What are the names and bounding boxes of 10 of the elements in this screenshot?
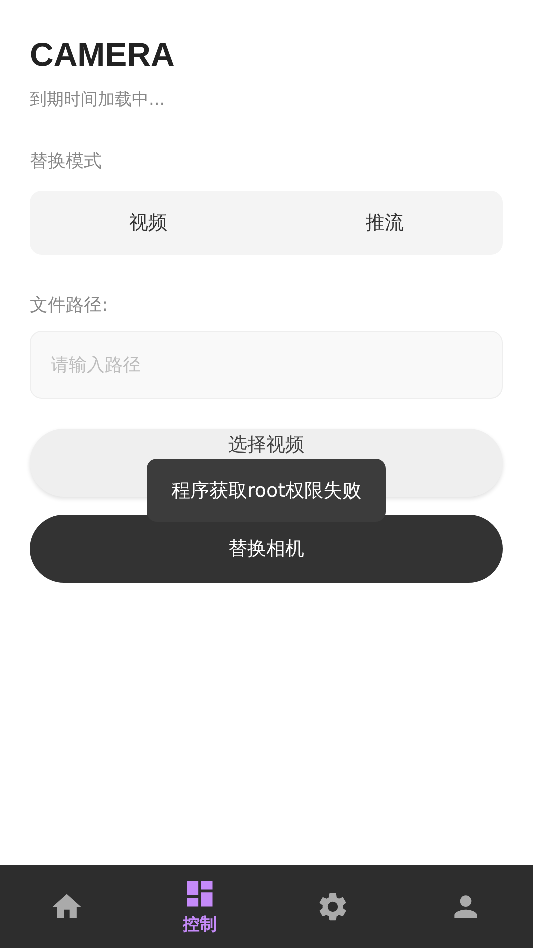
app-title: CAMERA <box>30 36 176 74</box>
expiry-status: 到期时间加载中... <box>30 89 166 111</box>
path-input[interactable]: 请输入路径 <box>30 331 503 399</box>
path-label: 文件路径: <box>30 294 108 317</box>
mode-option[interactable]: 视频 <box>30 191 266 255</box>
replace-camera-button[interactable]: 替换相机 <box>30 515 503 583</box>
mode-option[interactable]: 推流 <box>266 191 503 255</box>
mode-label: 替换模式 <box>30 150 102 173</box>
nav-tab[interactable]: 控制 <box>133 865 266 948</box>
toast-message: 程序获取root权限失败 <box>147 459 386 522</box>
